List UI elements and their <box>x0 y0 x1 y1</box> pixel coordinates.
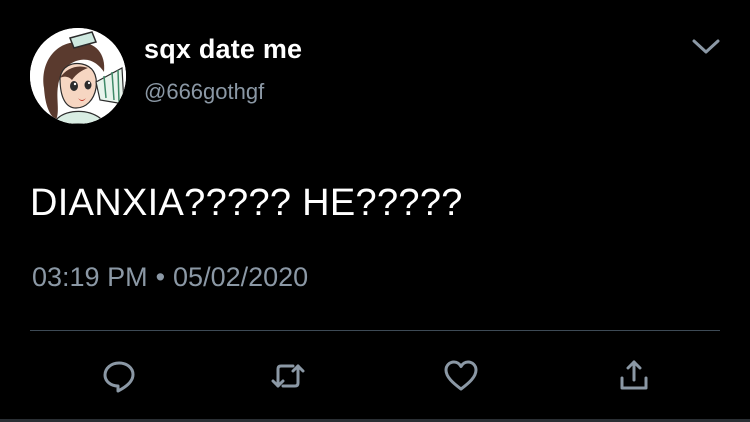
tweet-timestamp[interactable]: 03:19 PM • 05/02/2020 <box>32 262 308 293</box>
divider <box>30 330 720 331</box>
retweet-button[interactable] <box>264 352 312 400</box>
tweet: sqx date me @666gothgf DIANXIA????? HE??… <box>0 0 750 422</box>
avatar[interactable] <box>30 28 126 124</box>
share-button[interactable] <box>610 352 658 400</box>
retweet-icon <box>271 364 305 388</box>
user-handle[interactable]: @666gothgf <box>144 79 264 105</box>
tweet-time: 03:19 PM <box>32 262 148 292</box>
reply-button[interactable] <box>95 352 143 400</box>
like-button[interactable] <box>437 352 485 400</box>
avatar-illustration-icon <box>30 28 126 124</box>
share-icon <box>620 360 648 390</box>
tweet-text: DIANXIA????? HE????? <box>30 182 463 224</box>
display-name[interactable]: sqx date me <box>144 34 302 65</box>
reply-icon <box>103 361 135 393</box>
tweet-actions <box>0 352 750 400</box>
tweet-date: 05/02/2020 <box>173 262 309 292</box>
meta-separator: • <box>155 262 166 292</box>
chevron-down-icon[interactable] <box>690 35 722 59</box>
heart-icon <box>444 360 478 391</box>
